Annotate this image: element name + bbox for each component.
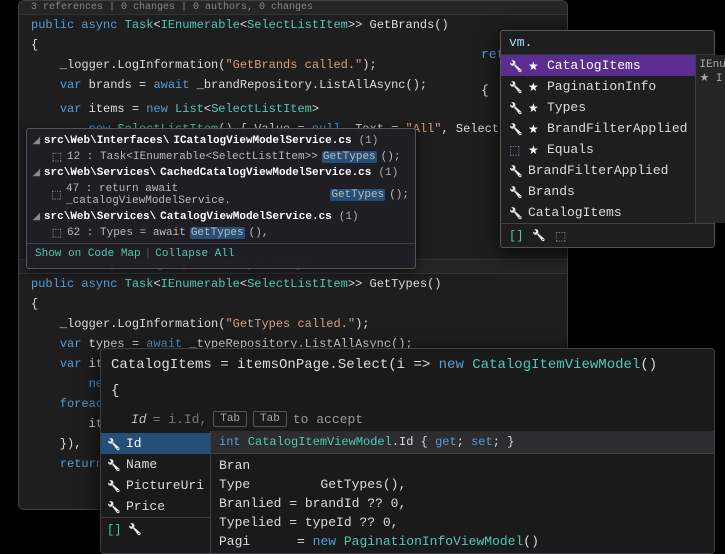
- property-icon: [107, 437, 120, 450]
- reference-line-row[interactable]: ⬚ 12 : Task<IEnumerable<SelectListItem>>…: [27, 149, 415, 165]
- code-preview: Bran Type GetTypes(), Branlied = brandId…: [211, 454, 714, 553]
- reference-line-row[interactable]: ⬚ 62 : Types = await GetTypes(),: [27, 225, 415, 241]
- star-icon: [528, 59, 541, 72]
- ref-count: (1): [339, 211, 359, 223]
- intellisense-item[interactable]: PaginationInfo: [501, 76, 695, 97]
- property-icon: [107, 458, 120, 471]
- reference-file-row[interactable]: ◢ src\Web\Interfaces\ ICatalogViewModelSe…: [27, 133, 415, 149]
- expand-triangle-icon[interactable]: ◢: [33, 136, 40, 146]
- property-icon: [107, 500, 120, 513]
- collapse-all-link[interactable]: Collapse All: [155, 248, 234, 260]
- expand-triangle-icon[interactable]: ◢: [33, 212, 40, 222]
- member-filter-bar[interactable]: [101, 517, 210, 541]
- reference-file-row[interactable]: ◢ src\Web\Services\ CachedCatalogViewMode…: [27, 165, 415, 181]
- file-path: src\Web\Services\: [44, 167, 156, 179]
- filter-all-icon[interactable]: [509, 229, 522, 242]
- ref-count: (1): [359, 135, 379, 147]
- ref-count: (1): [378, 167, 398, 179]
- method-icon: ⬚: [51, 151, 63, 163]
- property-icon: [509, 122, 522, 135]
- property-icon: [509, 80, 522, 93]
- filter-property-icon[interactable]: [532, 229, 545, 242]
- file-name: CachedCatalogViewModelService.cs: [160, 167, 371, 179]
- intellisense-item[interactable]: BrandFilterApplied: [501, 160, 695, 181]
- reference-actions: Show on Code Map | Collapse All: [27, 243, 415, 264]
- intellisense-item[interactable]: CatalogItems: [501, 202, 695, 223]
- completion-panel[interactable]: CatalogItems = itemsOnPage.Select(i => n…: [100, 348, 715, 554]
- member-item[interactable]: Price: [101, 496, 210, 517]
- property-icon: [107, 479, 120, 492]
- reference-file-row[interactable]: ◢ src\Web\Services\ CatalogViewModelServi…: [27, 209, 415, 225]
- method-icon: ⬚: [51, 189, 62, 201]
- member-item[interactable]: Id: [101, 433, 210, 454]
- property-icon: [509, 101, 522, 114]
- method-icon: ⬚: [51, 227, 63, 239]
- intellisense-list[interactable]: CatalogItems PaginationInfo Types BrandF…: [501, 55, 695, 223]
- member-item[interactable]: Name: [101, 454, 210, 475]
- show-on-code-map-link[interactable]: Show on Code Map: [35, 248, 141, 260]
- property-icon: [509, 164, 522, 177]
- code-line[interactable]: _logger.LogInformation("GetTypes called.…: [19, 314, 567, 334]
- reference-line-row[interactable]: ⬚ 47 : return await _catalogViewModelSer…: [27, 181, 415, 209]
- code-line[interactable]: public async Task<IEnumerable<SelectList…: [19, 274, 567, 294]
- star-icon: [528, 80, 541, 93]
- file-name: ICatalogViewModelService.cs: [173, 135, 351, 147]
- intellisense-side-info: IEnu ★ I: [695, 55, 725, 223]
- file-name: CatalogViewModelService.cs: [160, 211, 332, 223]
- member-list[interactable]: Id Name PictureUri Price: [101, 431, 211, 553]
- ghost-text: Id: [131, 412, 147, 427]
- member-detail: int CatalogItemViewModel.Id { get; set; …: [211, 431, 714, 553]
- property-icon: [509, 185, 522, 198]
- expand-triangle-icon[interactable]: ◢: [33, 168, 40, 178]
- file-path: src\Web\Services\: [44, 211, 156, 223]
- intellisense-item[interactable]: Brands: [501, 181, 695, 202]
- intellisense-item[interactable]: Types: [501, 97, 695, 118]
- file-path: src\Web\Interfaces\: [44, 135, 169, 147]
- intellisense-filter-bar[interactable]: [501, 223, 714, 247]
- tab-key-hint: Tab: [213, 411, 247, 427]
- code-context-line: CatalogItems = itemsOnPage.Select(i => n…: [101, 349, 714, 381]
- filter-method-icon[interactable]: [555, 229, 568, 242]
- intellisense-filter-text: vm.: [501, 31, 714, 55]
- signature-tooltip: int CatalogItemViewModel.Id { get; set; …: [211, 431, 714, 454]
- intellisense-item[interactable]: BrandFilterApplied: [501, 118, 695, 139]
- tab-key-hint: Tab: [253, 411, 287, 427]
- filter-all-icon[interactable]: [107, 523, 120, 536]
- inline-suggestion: Id = i.Id, Tab Tab to accept: [101, 407, 714, 431]
- property-icon: [509, 206, 522, 219]
- code-context-line: {: [101, 381, 714, 407]
- method-icon: [509, 143, 522, 156]
- intellisense-dropdown[interactable]: vm. CatalogItems PaginationInfo Types Br…: [500, 30, 715, 248]
- star-icon: [528, 122, 541, 135]
- intellisense-item[interactable]: Equals: [501, 139, 695, 160]
- code-line[interactable]: public async Task<IEnumerable<SelectList…: [19, 15, 567, 35]
- property-icon: [509, 59, 522, 72]
- star-icon: [528, 143, 541, 156]
- filter-property-icon[interactable]: [128, 523, 141, 536]
- member-item[interactable]: PictureUri: [101, 475, 210, 496]
- star-icon: [528, 101, 541, 114]
- codelens-references-popup[interactable]: ◢ src\Web\Interfaces\ ICatalogViewModelSe…: [26, 128, 416, 269]
- codelens-getbrands[interactable]: 3 references | 0 changes | 0 authors, 0 …: [19, 1, 567, 15]
- code-line[interactable]: {: [19, 294, 567, 314]
- intellisense-item[interactable]: CatalogItems: [501, 55, 695, 76]
